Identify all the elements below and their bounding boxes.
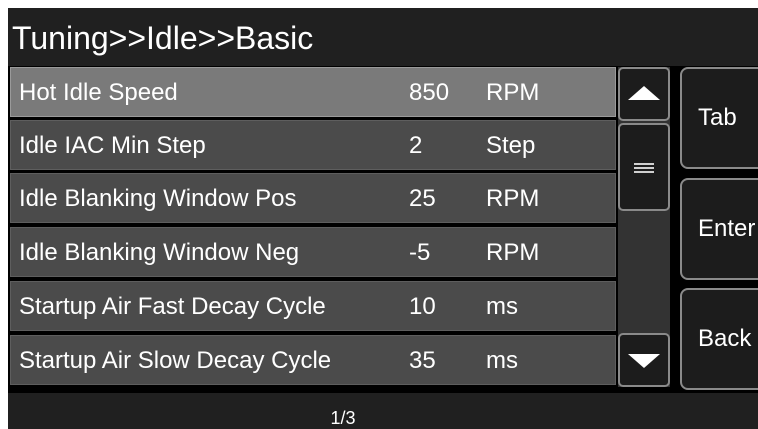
param-label: Idle IAC Min Step [19, 132, 206, 159]
page-title: Tuning>>Idle>>Basic [8, 8, 758, 66]
param-unit: RPM [486, 239, 540, 266]
param-label: Hot Idle Speed [19, 79, 178, 106]
param-label: Startup Air Slow Decay Cycle [19, 347, 332, 374]
grip-lines-icon [634, 163, 654, 165]
list-item[interactable]: Startup Air Slow Decay Cycle 35 ms [10, 335, 616, 385]
scroll-thumb[interactable] [618, 123, 670, 211]
param-value: 2 [409, 132, 423, 159]
screen: Tuning>>Idle>>Basic Hot Idle Speed 850 R… [8, 8, 758, 429]
enter-button[interactable]: Enter [680, 178, 758, 280]
param-unit: ms [486, 347, 518, 374]
scroll-down-button[interactable] [618, 333, 670, 387]
grip-lines-icon [634, 167, 654, 169]
param-unit: RPM [486, 79, 540, 106]
list-item[interactable]: Idle Blanking Window Neg -5 RPM [10, 227, 616, 277]
param-label: Idle Blanking Window Pos [19, 185, 297, 212]
footer-bar [8, 393, 758, 429]
tab-button[interactable]: Tab [680, 67, 758, 169]
scroll-up-button[interactable] [618, 67, 670, 121]
back-button[interactable]: Back [680, 288, 758, 390]
param-value: -5 [409, 239, 431, 266]
param-value: 35 [409, 347, 436, 374]
param-label: Startup Air Fast Decay Cycle [19, 293, 326, 320]
list-item[interactable]: Idle IAC Min Step 2 Step [10, 120, 616, 170]
triangle-down-icon [628, 354, 660, 368]
parameter-list: Hot Idle Speed 850 RPM Idle IAC Min Step… [10, 67, 616, 387]
triangle-up-icon [628, 86, 660, 100]
param-unit: ms [486, 293, 518, 320]
param-value: 10 [409, 293, 436, 320]
param-unit: Step [486, 132, 536, 159]
list-item[interactable]: Startup Air Fast Decay Cycle 10 ms [10, 281, 616, 331]
list-item[interactable]: Hot Idle Speed 850 RPM [10, 67, 616, 117]
param-unit: RPM [486, 185, 540, 212]
param-label: Idle Blanking Window Neg [19, 239, 300, 266]
grip-lines-icon [634, 171, 654, 173]
scrollbar[interactable] [618, 67, 670, 387]
page-indicator: 1/3 [330, 408, 356, 428]
param-value: 25 [409, 185, 436, 212]
param-value: 850 [409, 79, 450, 106]
list-item[interactable]: Idle Blanking Window Pos 25 RPM [10, 173, 616, 223]
